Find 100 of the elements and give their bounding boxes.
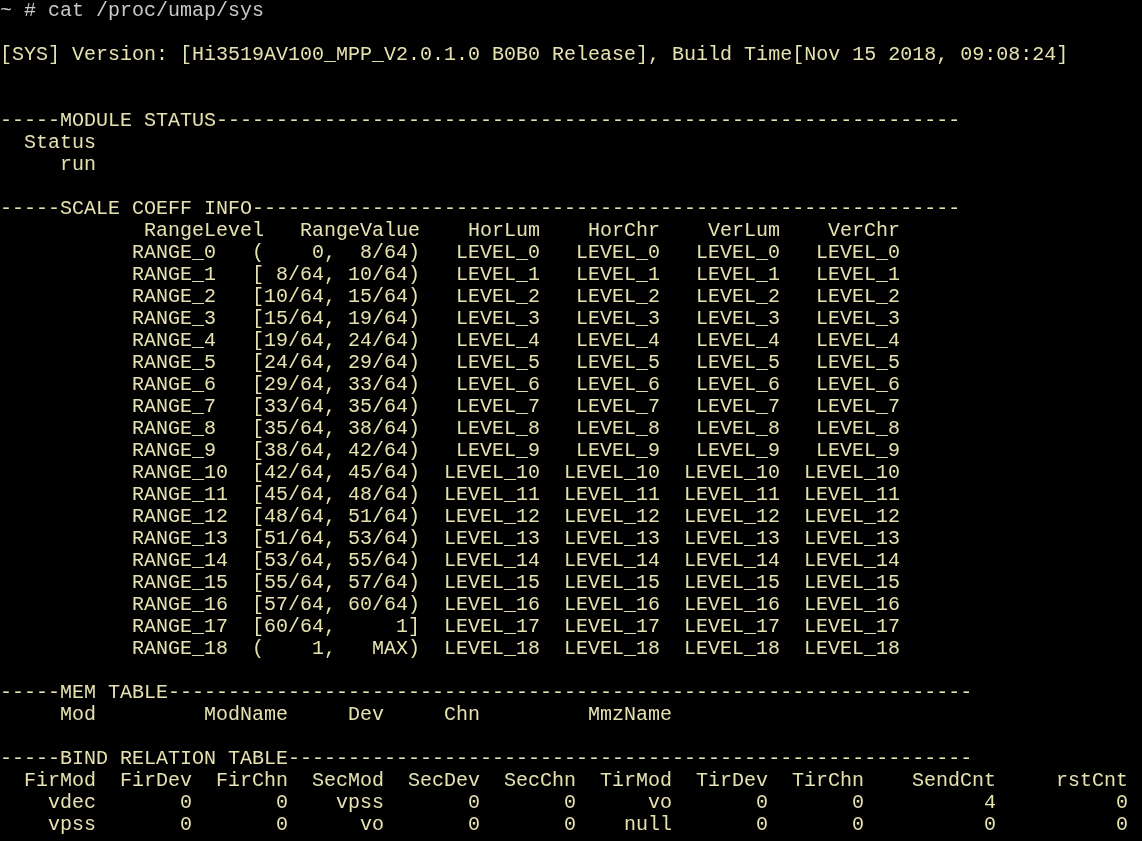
table-cell-text: LEVEL_15 [683,572,781,594]
table-cell-text: 0 [755,792,768,814]
table-cell-text: LEVEL_17 [683,616,781,638]
table-cell: [24/64, 29/64) [252,352,421,374]
table-cell-text: LEVEL_16 [443,594,541,616]
table-cell-text: LEVEL_10 [443,462,541,484]
table-cell-text: LEVEL_12 [563,506,661,528]
table-cell-text: RANGE_11 [132,484,230,506]
column-header: VerLum [708,220,781,242]
table-cell: [38/64, 42/64) [252,440,421,462]
column-header: SecChn [504,770,576,792]
table-cell-text: LEVEL_8 [695,418,781,440]
table-cell-text: LEVEL_13 [563,528,661,550]
table-cell-text: RANGE_8 [132,418,218,440]
table-cell-text: 0 [563,792,576,814]
table-cell-text: LEVEL_2 [575,286,661,308]
table-cell-text: LEVEL_2 [815,286,901,308]
table-cell-text: LEVEL_9 [455,440,541,462]
table-cell-text: LEVEL_16 [563,594,661,616]
table-cell-text: LEVEL_6 [815,374,901,396]
table-cell: [29/64, 33/64) [252,374,421,396]
table-cell-text: LEVEL_2 [695,286,781,308]
table-cell: [45/64, 48/64) [252,484,421,506]
table-cell-text: LEVEL_3 [455,308,541,330]
table-cell-text: LEVEL_10 [563,462,661,484]
table-cell-text: RANGE_0 [132,242,218,264]
table-cell-text: LEVEL_7 [455,396,541,418]
column-header: Status [24,132,96,154]
section-heading: -----SCALE COEFF INFO----------------------------------------------------------- [0,198,962,220]
table-cell: [33/64, 35/64) [252,396,421,418]
table-cell-text: LEVEL_0 [815,242,901,264]
column-header: FirMod [24,770,96,792]
column-header: Chn [444,704,480,726]
table-cell-text: LEVEL_11 [683,484,781,506]
table-cell-text: LEVEL_0 [575,242,661,264]
table-cell-text: RANGE_2 [132,286,218,308]
table-cell: [60/64, 1] [252,616,421,638]
column-header: TirMod [600,770,672,792]
table-cell-text: RANGE_5 [132,352,218,374]
table-cell-text: LEVEL_16 [803,594,901,616]
table-cell-text: vo [647,792,672,814]
table-cell-text: 0 [1115,792,1128,814]
table-cell-text: 0 [1115,814,1128,836]
table-cell-text: vo [359,814,384,836]
column-header: VerChr [828,220,901,242]
table-cell-text: LEVEL_16 [683,594,781,616]
table-cell-text: LEVEL_5 [815,352,901,374]
table-cell-text: LEVEL_10 [803,462,901,484]
table-cell-text: LEVEL_12 [443,506,541,528]
table-cell-text: RANGE_15 [132,572,230,594]
table-cell-text: LEVEL_7 [575,396,661,418]
table-cell-text: LEVEL_9 [575,440,661,462]
table-cell: [48/64, 51/64) [252,506,421,528]
table-cell-text: null [623,814,672,836]
table-cell-text: 0 [275,814,288,836]
table-cell-text: 0 [851,814,864,836]
table-cell: [57/64, 60/64) [252,594,421,616]
table-cell-text: run [59,154,96,176]
table-cell: [15/64, 19/64) [252,308,421,330]
table-cell-text: LEVEL_3 [695,308,781,330]
table-cell-text: RANGE_4 [132,330,218,352]
table-cell-text: LEVEL_14 [683,550,781,572]
table-cell-text: LEVEL_9 [695,440,781,462]
column-header: TirChn [792,770,864,792]
section-heading: -----BIND RELATION TABLE--------------------------------------------------------- [0,748,974,770]
table-cell: [10/64, 15/64) [252,286,421,308]
table-cell-text: LEVEL_6 [455,374,541,396]
table-cell-text: LEVEL_1 [575,264,661,286]
column-header: ModName [204,704,288,726]
table-cell-text: 0 [563,814,576,836]
table-cell: [35/64, 38/64) [252,418,421,440]
table-cell-text: 0 [179,814,192,836]
table-cell-text: LEVEL_11 [803,484,901,506]
table-cell-text: LEVEL_11 [563,484,661,506]
table-cell-text: LEVEL_8 [455,418,541,440]
table-cell-text: LEVEL_5 [455,352,541,374]
table-cell-text: LEVEL_0 [695,242,781,264]
table-cell-text: LEVEL_13 [803,528,901,550]
table-cell-text: vpss [335,792,384,814]
table-cell-text: LEVEL_6 [695,374,781,396]
table-cell-text: RANGE_18 [132,638,230,660]
column-header: Dev [348,704,384,726]
table-cell: [55/64, 57/64) [252,572,421,594]
table-cell-text: LEVEL_7 [695,396,781,418]
table-cell-text: RANGE_13 [132,528,230,550]
table-cell-text: RANGE_16 [132,594,230,616]
table-cell-text: RANGE_6 [132,374,218,396]
table-cell-text: LEVEL_14 [563,550,661,572]
table-cell-text: LEVEL_17 [803,616,901,638]
table-cell-text: LEVEL_1 [695,264,781,286]
table-cell: ( 0, 8/64) [252,242,421,264]
table-cell-text: LEVEL_1 [815,264,901,286]
table-cell-text: LEVEL_18 [563,638,661,660]
table-cell: [ 8/64, 10/64) [252,264,421,286]
table-cell-text: LEVEL_7 [815,396,901,418]
table-cell: [42/64, 45/64) [252,462,421,484]
table-cell-text: LEVEL_5 [575,352,661,374]
table-cell-text: LEVEL_18 [683,638,781,660]
column-header: SecDev [408,770,480,792]
table-cell: [19/64, 24/64) [252,330,421,352]
